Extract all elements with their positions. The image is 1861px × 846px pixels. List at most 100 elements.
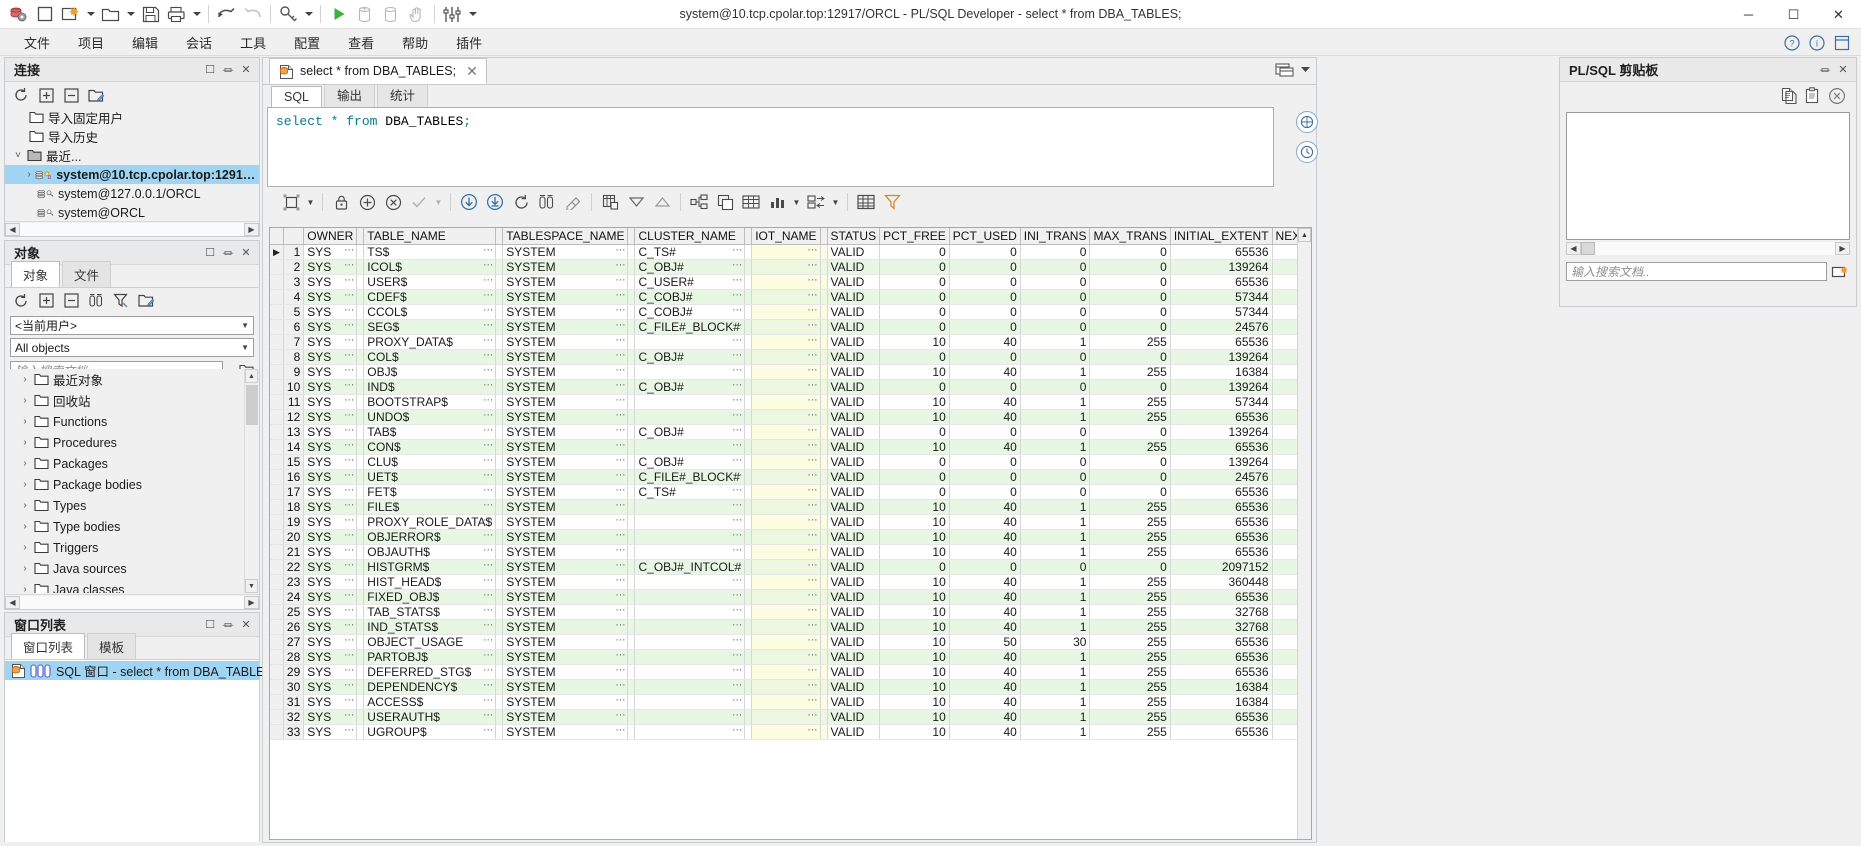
table-cell[interactable]: 40 [949, 440, 1020, 455]
table-cell[interactable]: 2097152 [1170, 560, 1272, 575]
table-cell[interactable]: 10 [880, 500, 950, 515]
table-cell[interactable]: SYSTEM⋯ [503, 380, 628, 395]
cell-expand-icon[interactable]: ⋯ [615, 410, 625, 421]
table-row[interactable]: 6SYS⋯SEG$⋯SYSTEM⋯C_FILE#_BLOCK#⋯⋯VALID00… [270, 320, 1312, 335]
table-cell[interactable]: SYS⋯ [304, 305, 357, 320]
table-cell[interactable]: SYS⋯ [304, 395, 357, 410]
table-cell[interactable]: 65536 [1170, 485, 1272, 500]
chevron-down-icon[interactable]: ▼ [241, 343, 249, 352]
row-selector-cell[interactable] [270, 470, 283, 485]
row-selector-cell[interactable] [270, 545, 283, 560]
table-cell[interactable]: ⋯ [635, 365, 745, 380]
cell-expand-icon[interactable]: ⋯ [615, 260, 625, 271]
table-cell[interactable]: C_OBJ#⋯ [635, 425, 745, 440]
table-cell[interactable]: ⋯ [635, 590, 745, 605]
cell-expand-icon[interactable]: ⋯ [808, 350, 818, 361]
table-cell[interactable]: ⋯ [635, 650, 745, 665]
table-cell[interactable]: 255 [1090, 365, 1170, 380]
chevron-right-icon[interactable]: › [18, 374, 32, 385]
table-cell[interactable]: 10 [880, 620, 950, 635]
cell-expand-icon[interactable]: ⋯ [732, 395, 742, 406]
table-cell[interactable]: SYS⋯ [304, 695, 357, 710]
fetch-next-page-icon[interactable] [457, 190, 481, 214]
cell-expand-icon[interactable]: ⋯ [732, 425, 742, 436]
table-cell[interactable]: 0 [1090, 380, 1170, 395]
minimize-button[interactable]: ─ [1726, 0, 1771, 29]
table-cell[interactable]: C_OBJ#⋯ [635, 260, 745, 275]
table-cell[interactable]: CDEF$⋯ [364, 290, 496, 305]
user-selector[interactable]: <当前用户> ▼ [10, 316, 254, 335]
cell-expand-icon[interactable]: ⋯ [483, 485, 493, 496]
table-cell[interactable]: VALID [827, 305, 880, 320]
cell-expand-icon[interactable]: ⋯ [344, 500, 354, 511]
cell-expand-icon[interactable]: ⋯ [615, 245, 625, 256]
cell-expand-icon[interactable]: ⋯ [483, 575, 493, 586]
table-cell[interactable]: SYS⋯ [304, 470, 357, 485]
table-cell[interactable]: 10 [880, 335, 950, 350]
table-cell[interactable]: SYSTEM⋯ [503, 335, 628, 350]
cell-expand-icon[interactable]: ⋯ [615, 605, 625, 616]
cell-expand-icon[interactable]: ⋯ [615, 305, 625, 316]
table-cell[interactable]: 0 [1090, 260, 1170, 275]
table-cell[interactable]: 65536 [1170, 710, 1272, 725]
table-cell[interactable]: ⋯ [752, 545, 820, 560]
table-cell[interactable]: 10 [880, 395, 950, 410]
table-cell[interactable]: ⋯ [635, 635, 745, 650]
table-cell[interactable]: 40 [949, 335, 1020, 350]
table-cell[interactable]: 65536 [1170, 545, 1272, 560]
cell-expand-icon[interactable]: ⋯ [808, 455, 818, 466]
collapse-all-icon[interactable] [61, 291, 81, 311]
table-cell[interactable]: SYSTEM⋯ [503, 635, 628, 650]
table-cell[interactable]: ⋯ [752, 305, 820, 320]
cell-expand-icon[interactable]: ⋯ [344, 545, 354, 556]
table-cell[interactable]: 0 [1090, 455, 1170, 470]
table-cell[interactable]: 139264 [1170, 425, 1272, 440]
table-cell[interactable]: 0 [1020, 380, 1090, 395]
cell-expand-icon[interactable]: ⋯ [808, 500, 818, 511]
cell-expand-icon[interactable]: ⋯ [808, 320, 818, 331]
cell-expand-icon[interactable]: ⋯ [615, 545, 625, 556]
lock-icon[interactable] [329, 190, 353, 214]
table-cell[interactable]: 0 [949, 275, 1020, 290]
result-grid[interactable]: OWNERTABLE_NAMETABLESPACE_NAMECLUSTER_NA… [269, 227, 1312, 840]
row-selector-cell[interactable] [270, 425, 283, 440]
row-selector-cell[interactable] [270, 560, 283, 575]
table-cell[interactable]: SYSTEM⋯ [503, 575, 628, 590]
table-cell[interactable]: 40 [949, 665, 1020, 680]
table-cell[interactable]: C_OBJ#⋯ [635, 350, 745, 365]
table-cell[interactable]: UET$⋯ [364, 470, 496, 485]
row-selector-cell[interactable] [270, 320, 283, 335]
expand-all-icon[interactable] [36, 291, 56, 311]
cell-expand-icon[interactable]: ⋯ [808, 305, 818, 316]
row-selector-cell[interactable] [270, 455, 283, 470]
table-cell[interactable]: SYS⋯ [304, 530, 357, 545]
cell-expand-icon[interactable]: ⋯ [615, 500, 625, 511]
cell-expand-icon[interactable]: ⋯ [732, 515, 742, 526]
filter-icon[interactable] [111, 291, 131, 311]
row-selector-cell[interactable] [270, 290, 283, 305]
table-cell[interactable]: OBJECT_USAGE⋯ [364, 635, 496, 650]
chevron-right-icon[interactable]: › [18, 437, 32, 448]
table-cell[interactable]: 1 [1020, 575, 1090, 590]
table-cell[interactable]: 0 [1090, 350, 1170, 365]
cell-expand-icon[interactable]: ⋯ [732, 485, 742, 496]
table-cell[interactable]: C_TS#⋯ [635, 245, 745, 260]
table-cell[interactable]: SYS⋯ [304, 725, 357, 740]
table-cell[interactable]: SYS⋯ [304, 635, 357, 650]
table-cell[interactable]: 16384 [1170, 695, 1272, 710]
objects-tree-item[interactable]: ›Type bodies [6, 516, 258, 537]
table-cell[interactable]: 40 [949, 725, 1020, 740]
group-tree-icon[interactable] [687, 190, 711, 214]
chevron-right-icon[interactable]: › [18, 479, 32, 490]
cell-expand-icon[interactable]: ⋯ [808, 590, 818, 601]
table-cell[interactable]: 0 [1020, 305, 1090, 320]
table-cell[interactable]: SYS⋯ [304, 440, 357, 455]
table-cell[interactable]: SYS⋯ [304, 320, 357, 335]
table-cell[interactable]: USER$⋯ [364, 275, 496, 290]
menu-file[interactable]: 文件 [10, 29, 64, 56]
pin-icon[interactable]: ⏛ [219, 61, 237, 79]
table-cell[interactable]: 0 [880, 245, 950, 260]
table-cell[interactable]: SYS⋯ [304, 680, 357, 695]
table-cell[interactable]: ⋯ [635, 515, 745, 530]
table-cell[interactable]: 40 [949, 410, 1020, 425]
